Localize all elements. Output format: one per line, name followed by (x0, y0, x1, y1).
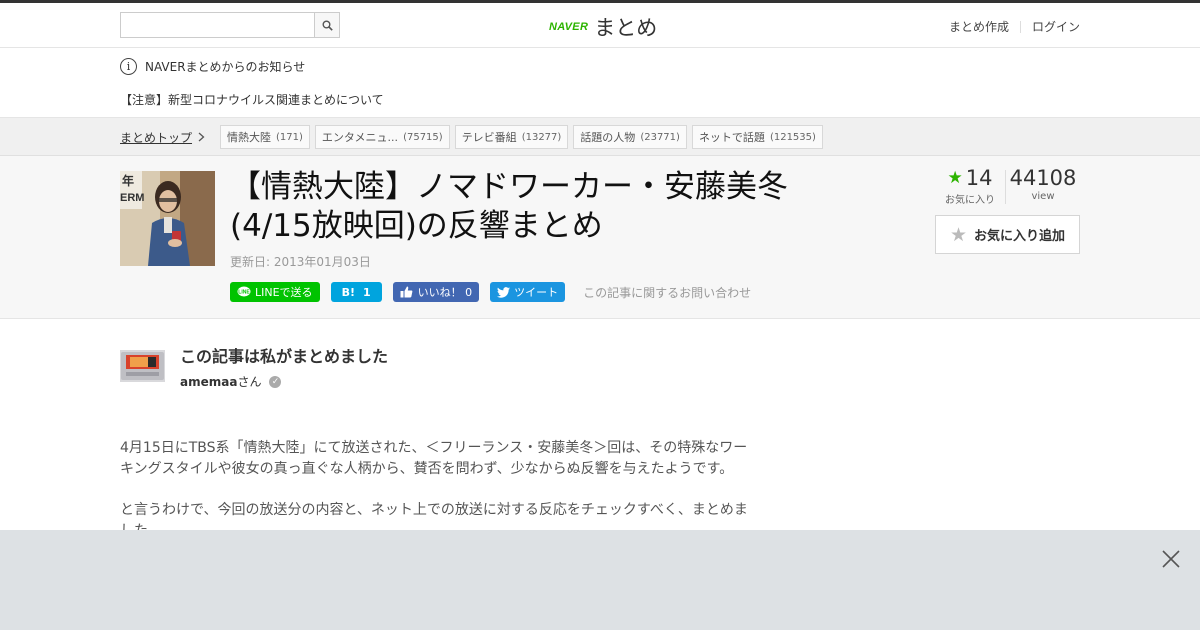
line-share-button[interactable]: LINE LINEで送る (230, 282, 320, 302)
notice-link[interactable]: 【注意】新型コロナウイルス関連まとめについて (120, 91, 384, 108)
facebook-like-button[interactable]: いいね！ 0 (392, 282, 480, 302)
header-nav: まとめ作成 ログイン (949, 18, 1080, 35)
star-icon: ★ (947, 168, 963, 188)
login-link[interactable]: ログイン (1032, 18, 1080, 35)
tag-count: (13277) (521, 131, 562, 143)
notice-title: i NAVERまとめからのお知らせ (120, 58, 305, 75)
search-box (120, 12, 340, 38)
facebook-like-label: いいね！ 0 (417, 286, 473, 299)
article-stats: ★ 14 お気に入り 44108 view (935, 166, 1080, 206)
avatar[interactable] (120, 350, 165, 382)
line-icon: LINE (237, 286, 251, 297)
views-label: view (1031, 191, 1055, 202)
tweet-label: ツイート (514, 286, 559, 299)
breadcrumb: まとめトップ 情熱大陸 (171) エンタメニュ... (75715) テレビ番組 (… (0, 118, 1200, 156)
svg-text:年: 年 (122, 173, 134, 188)
search-button[interactable] (314, 13, 339, 37)
updated-date: 更新日: 2013年01月03日 (230, 255, 371, 269)
article-title: 【情熱大陸】ノマドワーカー・安藤美冬(4/15放映回)の反響まとめ (230, 169, 788, 244)
tag-label: ネットで話題 (698, 131, 765, 144)
logo-service: まとめ (594, 16, 658, 40)
article-thumbnail[interactable]: 年 ERM (120, 171, 215, 266)
category-tag[interactable]: 情熱大陸 (171) (220, 125, 310, 149)
tag-label: エンタメニュ... (321, 131, 399, 144)
create-matome-link[interactable]: まとめ作成 (949, 18, 1009, 35)
chevron-right-icon (198, 131, 205, 145)
category-tag[interactable]: エンタメニュ... (75715) (314, 125, 450, 149)
svg-text:LINE: LINE (238, 290, 250, 296)
author-name[interactable]: amemaa (180, 375, 237, 389)
thumbs-up-icon (400, 286, 412, 298)
breadcrumb-top-link[interactable]: まとめトップ (120, 129, 205, 146)
views-stat: 44108 view (1006, 166, 1080, 206)
bottom-ad-overlay (0, 530, 1200, 630)
favorites-count: 14 (965, 166, 993, 190)
category-tag[interactable]: テレビ番組 (13277) (454, 125, 569, 149)
tag-label: テレビ番組 (461, 131, 517, 144)
author-heading: この記事は私がまとめました (180, 347, 389, 366)
category-tag[interactable]: ネットで話題 (121535) (691, 125, 823, 149)
share-bar: LINE LINEで送る B! 1 いいね！ 0 ツイート この記事に関するお問… (230, 282, 751, 302)
category-tags: 情熱大陸 (171) エンタメニュ... (75715) テレビ番組 (13277) … (220, 125, 828, 149)
tweet-button[interactable]: ツイート (490, 282, 566, 302)
add-favorite-button[interactable]: ★ お気に入り追加 (935, 215, 1080, 254)
hatena-icon: B! (341, 285, 355, 299)
category-tag[interactable]: 話題の人物 (23771) (573, 125, 687, 149)
hatena-bookmark-button[interactable]: B! 1 (330, 282, 382, 302)
site-logo[interactable]: NAVER まとめ (549, 12, 657, 42)
search-icon (322, 20, 333, 31)
tag-count: (75715) (403, 131, 443, 143)
line-share-label: LINEで送る (255, 286, 313, 299)
article-header: 年 ERM 【情熱大陸】ノマドワーカー・安藤美冬(4/15放映回)の反響まとめ … (0, 156, 1200, 319)
tag-label: 情熱大陸 (227, 131, 271, 144)
views-count: 44108 (1009, 166, 1077, 190)
tag-label: 話題の人物 (580, 131, 636, 144)
add-favorite-label: お気に入り追加 (974, 229, 1066, 244)
logo-brand: NAVER (549, 21, 589, 33)
verified-icon: ✓ (269, 375, 282, 388)
author-name-line: amemaa さん ✓ (180, 373, 282, 390)
contact-link[interactable]: この記事に関するお問い合わせ (583, 284, 751, 301)
favorites-label: お気に入り (945, 195, 995, 206)
favorites-stat: ★ 14 お気に入り (935, 166, 1005, 206)
close-icon[interactable] (1161, 549, 1181, 569)
author-suffix: さん (237, 375, 262, 389)
nav-divider (1019, 20, 1021, 33)
notice-title-text: NAVERまとめからのお知らせ (145, 60, 306, 74)
header: NAVER まとめ まとめ作成 ログイン (0, 3, 1200, 48)
tag-count: (121535) (769, 131, 816, 143)
svg-text:ERM: ERM (120, 192, 144, 204)
notice-bar: i NAVERまとめからのお知らせ 【注意】新型コロナウイルス関連まとめについて (0, 48, 1200, 118)
tag-count: (23771) (640, 131, 680, 143)
search-input[interactable] (121, 13, 315, 37)
body-paragraph: 4月15日にTBS系「情熱大陸」にて放送された、＜フリーランス・安藤美冬＞回は、… (120, 440, 748, 477)
twitter-bird-icon (497, 286, 511, 298)
hatena-count: 1 (362, 285, 371, 299)
thumbnail-image: 年 ERM (120, 171, 215, 266)
info-icon: i (120, 58, 137, 75)
star-icon: ★ (949, 223, 968, 246)
breadcrumb-top-label: まとめトップ (120, 131, 193, 145)
tag-count: (171) (276, 131, 303, 143)
